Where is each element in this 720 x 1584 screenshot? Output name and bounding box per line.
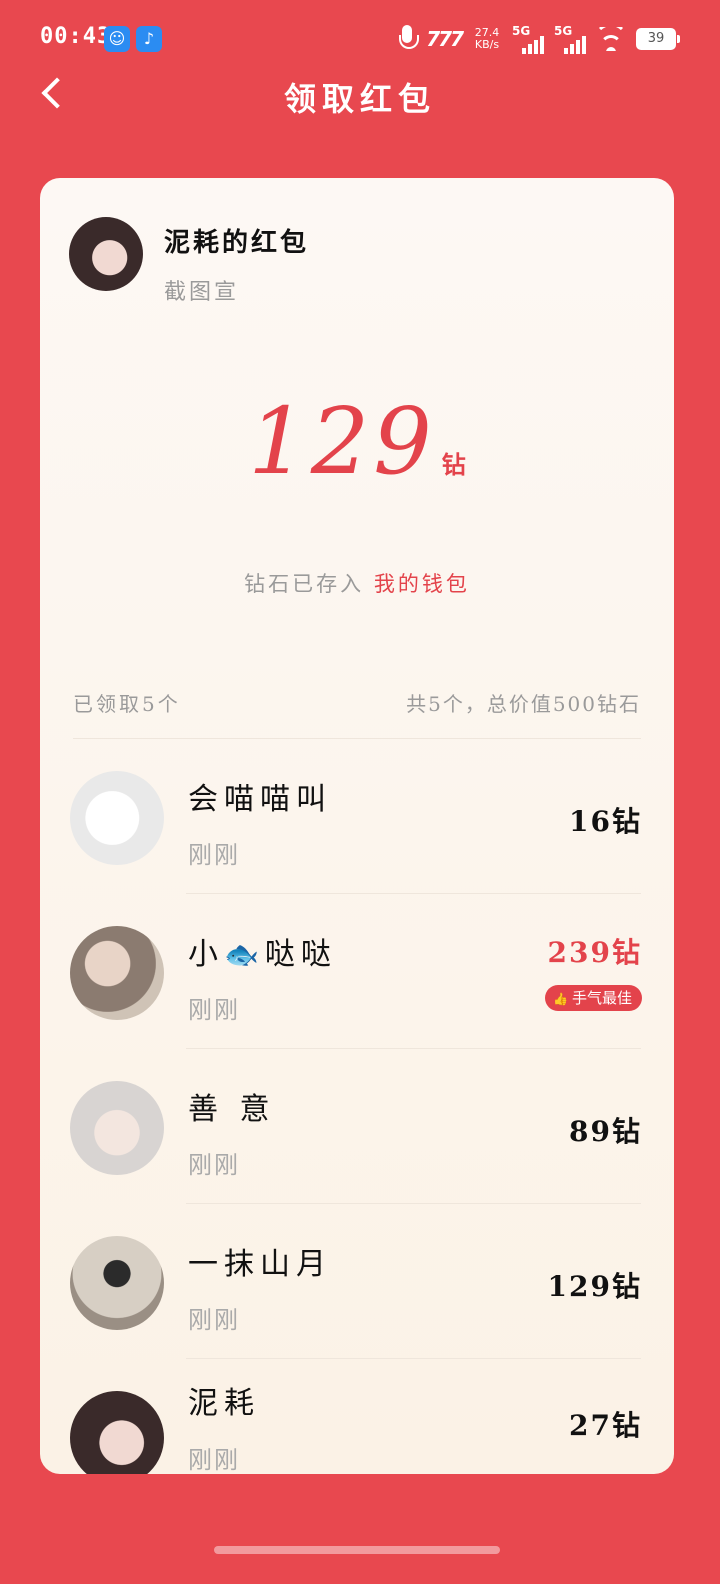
network-speed: 27.4 KB/s	[472, 27, 502, 51]
amount-value: 129	[248, 388, 436, 495]
list-item[interactable]: 会喵喵叫 刚刚 16钻	[40, 738, 674, 893]
fish-icon: 🐟	[224, 938, 265, 971]
my-wallet-link[interactable]: 我的钱包	[374, 572, 470, 596]
app-notification-icon-2: ♪	[136, 26, 162, 52]
list-item[interactable]: 一抹山月 刚刚 129钻	[40, 1203, 674, 1358]
page-title: 领取红包	[283, 80, 436, 118]
amount-unit: 钻	[441, 451, 466, 479]
battery-icon: 39	[636, 28, 680, 50]
signal-icon-2: 5G	[554, 24, 586, 54]
status-indicators: 777 27.4 KB/s 5G 5G 39	[398, 22, 680, 56]
status-time: 00:43	[40, 24, 112, 49]
claim-amount: 27钻	[569, 1409, 642, 1442]
network-speed-unit: KB/s	[474, 38, 500, 51]
claimer-name-suffix: 哒哒	[264, 937, 337, 972]
best-luck-label: 手气最佳	[571, 989, 632, 1007]
red-packet-card: 泥耗的红包 截图宣 129 钻 钻石已存入 我的钱包 已领取5个 共5个，总价值5…	[40, 178, 674, 1474]
claim-time: 刚刚	[188, 1151, 240, 1179]
avatar[interactable]	[70, 1391, 164, 1474]
avatar[interactable]	[70, 1081, 164, 1175]
signal-icon: 5G	[512, 24, 544, 54]
list-item[interactable]: 泥耗 刚刚 27钻	[40, 1358, 674, 1474]
claims-list: 会喵喵叫 刚刚 16钻 小🐟哒哒 刚刚 239钻 👍 手气最佳 善 意 刚刚 89…	[40, 738, 674, 1474]
wallet-note-text: 钻石已存入	[244, 572, 365, 596]
claimer-name: 小🐟哒哒	[188, 929, 337, 973]
app-notification-icon: ☺	[104, 26, 130, 52]
best-luck-badge: 👍 手气最佳	[545, 985, 642, 1011]
wallet-note: 钻石已存入 我的钱包	[40, 568, 674, 598]
sender-name: 泥耗的红包	[164, 228, 310, 258]
status-bar: 00:43 ☺ ♪ 777 27.4 KB/s 5G 5G 39	[0, 0, 720, 78]
claim-amount: 16钻	[569, 805, 642, 838]
avatar[interactable]	[70, 771, 164, 865]
claim-amount: 129钻	[547, 1270, 642, 1303]
claimer-name: 会喵喵叫	[188, 782, 332, 817]
home-indicator[interactable]	[214, 1546, 500, 1554]
claimer-name: 一抹山月	[188, 1247, 332, 1282]
claim-time: 刚刚	[188, 1306, 240, 1334]
claimer-name: 泥耗	[188, 1386, 260, 1421]
sender-avatar[interactable]	[69, 217, 143, 291]
received-amount: 129 钻	[40, 388, 674, 495]
claim-time: 刚刚	[188, 1446, 240, 1474]
claim-time: 刚刚	[188, 841, 240, 869]
claim-amount: 239钻	[547, 936, 642, 969]
claimed-count: 已领取5个	[73, 692, 181, 716]
claimer-name: 善 意	[188, 1092, 276, 1127]
wifi-icon	[596, 27, 626, 51]
total-summary: 共5个，总价值500钻石	[406, 692, 641, 716]
claim-time: 刚刚	[188, 996, 240, 1024]
microphone-icon	[398, 25, 420, 53]
avatar[interactable]	[70, 926, 164, 1020]
list-item[interactable]: 小🐟哒哒 刚刚 239钻 👍 手气最佳	[40, 893, 674, 1048]
claimer-name-prefix: 小	[188, 937, 224, 972]
carrier-logo-icon: 777	[426, 27, 464, 51]
thumbs-up-icon: 👍	[553, 992, 568, 1006]
sender-subtitle: 截图宣	[164, 280, 240, 305]
claim-amount: 89钻	[569, 1115, 642, 1148]
avatar[interactable]	[70, 1236, 164, 1330]
list-item[interactable]: 善 意 刚刚 89钻	[40, 1048, 674, 1203]
